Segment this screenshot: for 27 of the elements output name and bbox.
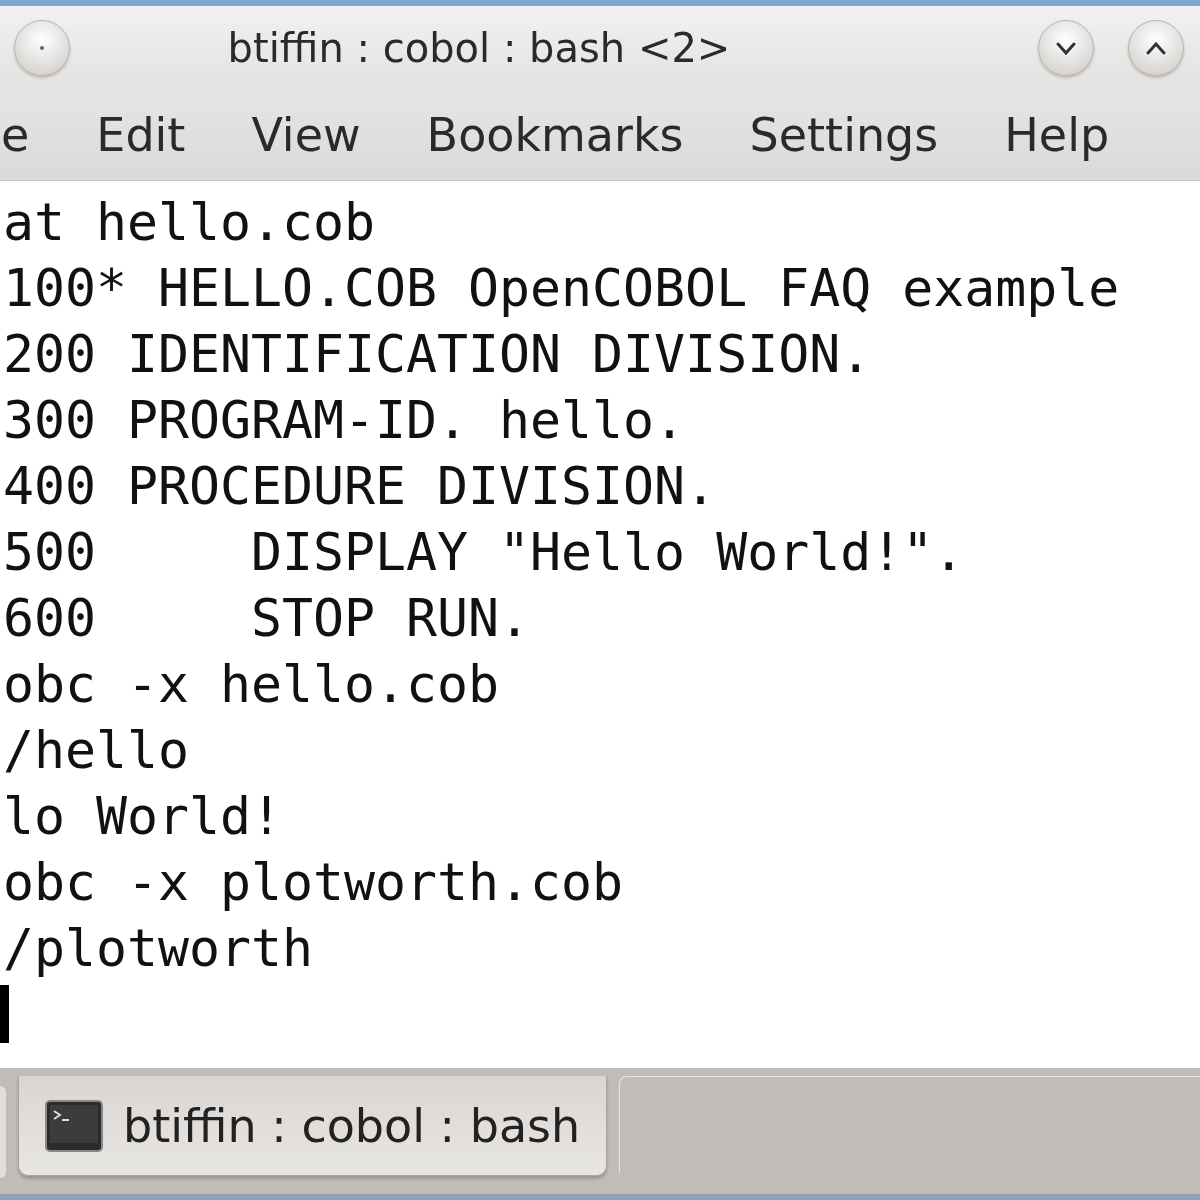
menu-item[interactable]: Edit — [63, 108, 219, 162]
terminal-line: obc -x plotworth.cob — [3, 851, 624, 914]
dot-icon — [40, 46, 44, 50]
terminal-line: at hello.cob — [3, 191, 376, 254]
terminal-line: 400 PROCEDURE DIVISION. — [3, 455, 717, 518]
minimize-button[interactable] — [1038, 20, 1094, 76]
terminal-line: 600 STOP RUN. — [3, 587, 531, 650]
terminal-line: /plotworth — [3, 917, 314, 980]
menu-item[interactable]: View — [218, 108, 394, 162]
chevron-up-icon — [1145, 41, 1167, 55]
menu-item[interactable]: Settings — [716, 108, 972, 162]
terminal-icon — [45, 1099, 103, 1152]
session-tab[interactable]: btiffin : cobol : bash — [18, 1076, 608, 1176]
terminal-line: 100* HELLO.COB OpenCOBOL FAQ example — [3, 257, 1120, 320]
terminal-line: obc -x hello.cob — [3, 653, 500, 716]
window-title: btiffin : cobol : bash <2> — [226, 25, 732, 71]
chevron-down-icon — [1055, 41, 1077, 55]
terminal-line: 500 DISPLAY "Hello World!". — [3, 521, 965, 584]
terminal-line: /hello — [3, 719, 190, 782]
terminal-line: 200 IDENTIFICATION DIVISION. — [3, 323, 872, 386]
menu-item[interactable]: Help — [971, 108, 1143, 162]
menu-item[interactable]: Bookmarks — [393, 108, 717, 162]
text-cursor — [0, 985, 9, 1043]
menu-item[interactable]: e — [1, 108, 64, 162]
maximize-button[interactable] — [1128, 20, 1184, 76]
terminal-line: lo World! — [3, 785, 283, 848]
terminal-line: 300 PROGRAM-ID. hello. — [3, 389, 686, 452]
